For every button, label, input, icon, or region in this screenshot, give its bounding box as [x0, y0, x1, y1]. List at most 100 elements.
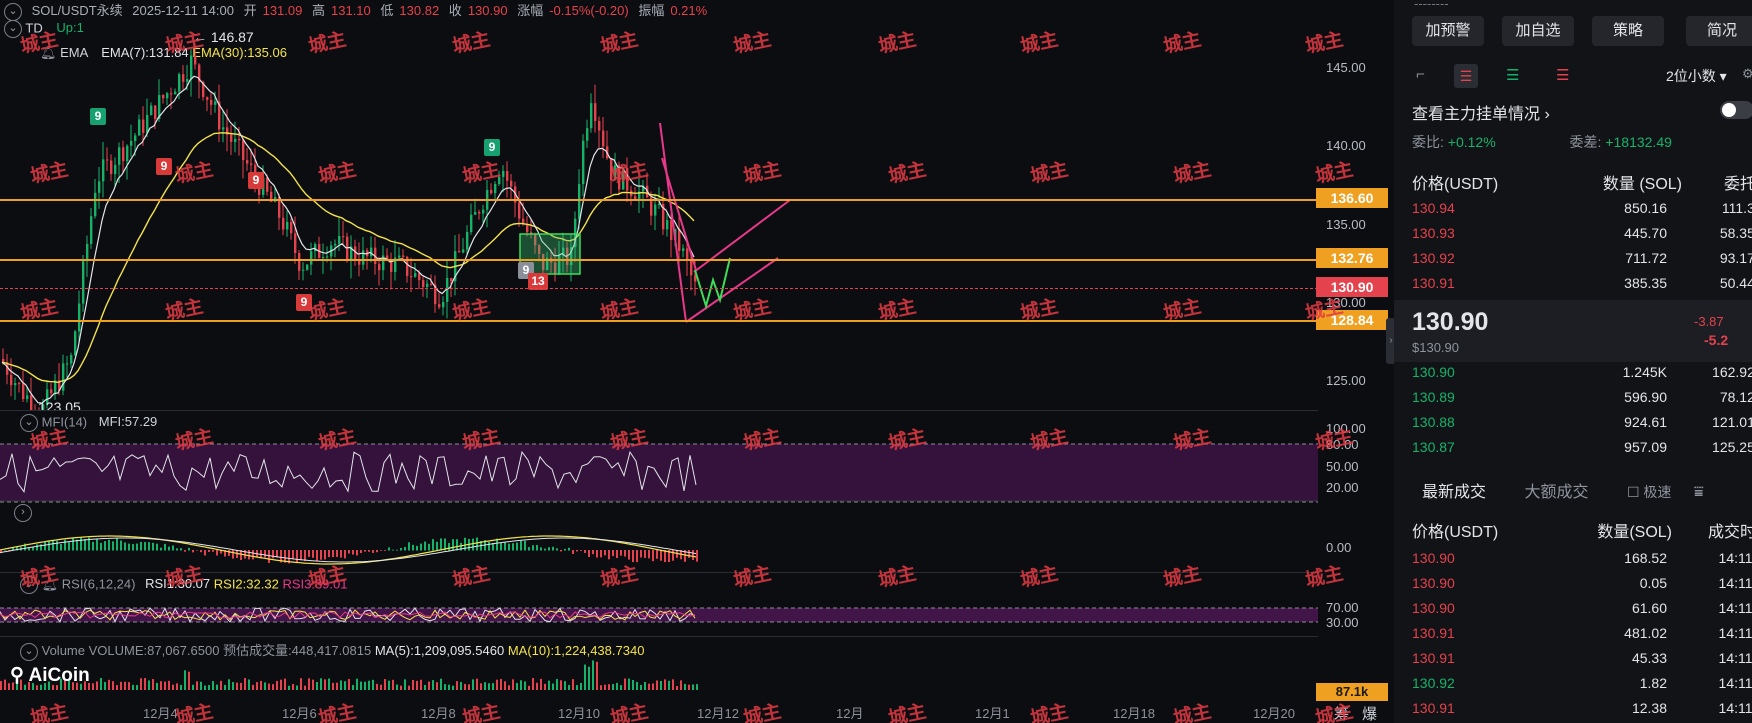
ma5-value: MA(5):1,209,095.5460 [374, 643, 505, 658]
trade-row[interactable]: 130.92 1.82 14:11:37 [1412, 675, 1752, 699]
macd-bar [132, 544, 134, 551]
macd-bar [388, 547, 390, 551]
volume-bar [148, 680, 150, 690]
chips-button[interactable]: 筹 [1334, 703, 1349, 723]
candle-body [462, 249, 465, 253]
volume-bar [516, 683, 518, 690]
volume-bar [556, 679, 558, 690]
volume-bar [316, 682, 318, 690]
volume-bar [100, 678, 102, 690]
bid-row[interactable]: 130.90 1.245K 162.925K [1412, 364, 1752, 388]
macd-bar [456, 539, 458, 551]
volume-bar [632, 679, 634, 690]
orderbook-title[interactable]: 查看主力挂单情况 › [1412, 100, 1550, 124]
amount-cell: 850.16 [1624, 200, 1667, 216]
trade-row[interactable]: 130.91 45.33 14:11:38 [1412, 650, 1752, 674]
volume-bar [152, 679, 154, 690]
volume-bar [436, 682, 438, 690]
trade-row[interactable]: 130.91 481.02 14:11:38 [1412, 625, 1752, 649]
fast-checkbox[interactable]: ☐ 极速 [1627, 484, 1671, 500]
price-cell: 130.90 [1412, 364, 1455, 380]
price-cell: 130.87 [1412, 439, 1455, 455]
macd-bar [432, 539, 434, 551]
macd-tick: 0.00 [1326, 540, 1352, 555]
volume-bar [176, 683, 178, 690]
collapse-icon[interactable]: ⌄ [20, 576, 38, 594]
volume-bar [360, 681, 362, 690]
trade-row[interactable]: 130.90 0.05 14:11:39 [1412, 575, 1752, 599]
strategy-button[interactable]: 策略 [1592, 16, 1664, 46]
decimal-select[interactable]: 2位小数 ▾ [1666, 66, 1727, 86]
toggle-switch[interactable] [1720, 101, 1752, 119]
bell-icon[interactable]: 🔔︎ [42, 576, 59, 591]
collapse-icon[interactable]: ⌄ [20, 642, 38, 661]
tab-latest-trades[interactable]: 最新成交 [1422, 484, 1486, 501]
volume-bar [452, 685, 454, 690]
chart-area[interactable]: ⌄ SOL/USDT永续 2025-12-11 14:00 开 131.09 高1… [0, 0, 1390, 723]
macd-bar [120, 540, 122, 551]
macd-bar [624, 550, 626, 557]
level-line[interactable] [0, 320, 1318, 322]
cursor-icon[interactable]: ⌐ [1416, 66, 1425, 83]
ask-row[interactable]: 130.92 711.72 93.178K [1412, 250, 1752, 274]
trade-row[interactable]: 130.91 12.38 14:11:37 [1412, 700, 1752, 723]
trend-line [693, 199, 791, 273]
candle-body [110, 160, 113, 175]
volume-bar [476, 678, 478, 690]
macd-bar [336, 550, 338, 557]
amount-cell: 445.70 [1624, 225, 1667, 241]
filter-icon[interactable]: ⩸ [1694, 484, 1704, 501]
level-line[interactable] [0, 199, 1318, 201]
candle-body [142, 119, 145, 133]
add-favorite-button[interactable]: 加自选 [1502, 16, 1574, 46]
bids-only-icon[interactable]: ☰ [1506, 66, 1519, 84]
liquidation-button[interactable]: 爆 [1362, 703, 1377, 723]
volume-bar [356, 678, 358, 690]
volume-bar [312, 679, 314, 690]
trade-row[interactable]: 130.90 168.52 14:11:39 [1412, 550, 1752, 574]
rsi-chart[interactable] [0, 596, 1318, 636]
volume-bar [344, 681, 346, 690]
candle-body [50, 389, 53, 394]
candle-body [458, 251, 461, 253]
volume-chart[interactable] [0, 660, 1318, 700]
both-sides-icon[interactable]: ☰ [1454, 64, 1478, 88]
ask-row[interactable]: 130.93 445.70 58.356K [1412, 225, 1752, 249]
add-alert-button[interactable]: 加预警 [1412, 16, 1484, 46]
macd-bar [216, 550, 218, 556]
mid-pct1: -3.87 [1694, 314, 1724, 329]
asks-only-icon[interactable]: ☰ [1556, 66, 1569, 84]
tab-large-trades[interactable]: 大额成交 [1524, 484, 1588, 501]
settings-icon[interactable]: ⚙ [1742, 66, 1752, 82]
volume-bar [332, 682, 334, 690]
bid-row[interactable]: 130.87 957.09 125.254K [1412, 439, 1752, 463]
volume-bar [292, 683, 294, 690]
volume-bar [644, 681, 646, 690]
macd-bar [100, 542, 102, 551]
macd-chart[interactable] [0, 510, 1318, 580]
macd-bar [212, 550, 214, 552]
volume-bar [188, 671, 190, 690]
macd-bar [108, 539, 110, 551]
candle-body [30, 395, 33, 410]
volume-bar [420, 679, 422, 690]
macd-bar [648, 550, 650, 559]
mfi-chart[interactable] [0, 430, 1318, 510]
level-line[interactable] [0, 259, 1318, 261]
bid-row[interactable]: 130.88 924.61 121.013K [1412, 414, 1752, 438]
candle-body [518, 202, 521, 219]
macd-bar [396, 549, 398, 551]
macd-bar [644, 550, 646, 558]
trade-row[interactable]: 130.90 61.60 14:11:39 [1412, 600, 1752, 624]
candle-body [470, 214, 473, 233]
price-cell: 130.91 [1412, 700, 1455, 716]
price-chart[interactable]: ← 146.87 123.05 [0, 0, 1318, 410]
ask-row[interactable]: 130.91 385.35 50.446K [1412, 275, 1752, 299]
volume-bar [412, 679, 414, 690]
ask-row[interactable]: 130.94 850.16 111.32K [1412, 200, 1752, 224]
candle-body [166, 93, 169, 99]
bid-row[interactable]: 130.89 596.90 78.128K [1412, 389, 1752, 413]
candle-body [70, 355, 73, 364]
overview-button[interactable]: 简况 [1686, 16, 1752, 46]
volume-bar [352, 685, 354, 690]
